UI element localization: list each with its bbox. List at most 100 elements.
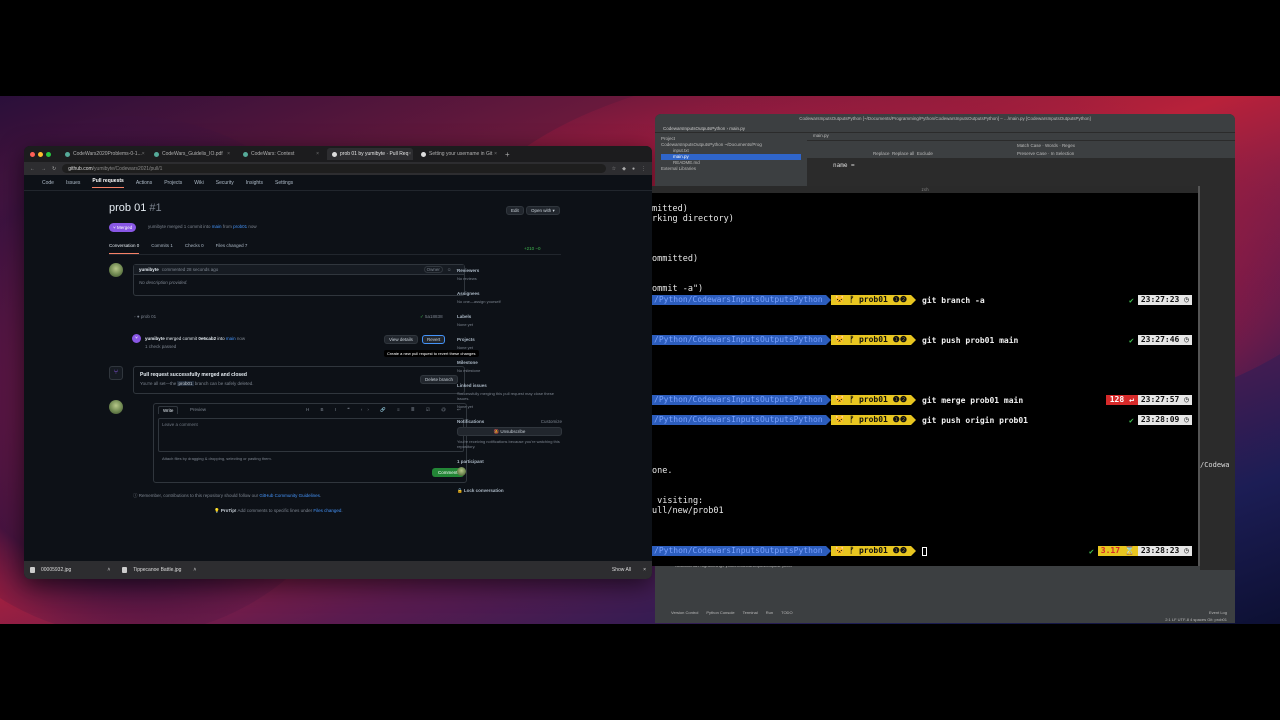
terminal-window[interactable]: zsh mitted) rking directory) ommitted) o…: [652, 186, 1200, 566]
attach-hint[interactable]: Attach files by dragging & dropping, sel…: [162, 456, 272, 461]
terminal-cursor[interactable]: [922, 546, 928, 556]
merge-event-sha[interactable]: 0e6cab2: [198, 336, 216, 341]
close-tab-icon[interactable]: ×: [494, 151, 497, 157]
guidelines-link[interactable]: GitHub Community Guidelines: [259, 493, 320, 498]
sidebar-labels[interactable]: Labels: [457, 314, 562, 319]
markdown-toolbar-icons[interactable]: H B I ❝ ‹› 🔗 ≡ ≣ ☑ @ ↩: [306, 407, 466, 413]
forward-icon[interactable]: →: [41, 166, 46, 172]
tool-tab-python-console[interactable]: Python Console: [706, 610, 734, 615]
minimize-window-icon[interactable]: [38, 151, 43, 157]
chevron-up-icon[interactable]: ˄: [193, 567, 196, 573]
from-word: from: [222, 224, 232, 229]
extensions-icon[interactable]: ◆: [622, 166, 626, 172]
tab-label: Conversation: [109, 243, 136, 248]
tab-checks[interactable]: Checks 0: [185, 243, 204, 254]
zoom-window-icon[interactable]: [46, 151, 51, 157]
show-all-button[interactable]: Show All: [612, 567, 631, 573]
ide-project-name[interactable]: CodewarsInputsOutputsPython: [663, 126, 725, 131]
download-item[interactable]: Tippecanoe Battle.jpg ˄: [122, 567, 196, 573]
close-tab-icon[interactable]: ×: [227, 151, 230, 157]
protip-link[interactable]: Files changed: [313, 508, 341, 513]
browser-tab[interactable]: CodeWars2020Problems-0-1... ×: [60, 148, 146, 160]
nav-pull-requests[interactable]: Pull requests: [92, 178, 124, 188]
exclude-button[interactable]: Exclude: [917, 151, 933, 156]
powerline-arrow: [911, 546, 917, 556]
download-item[interactable]: 00005932.jpg ˄: [30, 567, 110, 573]
delete-branch-button[interactable]: Delete branch: [420, 375, 459, 384]
base-branch[interactable]: main: [212, 224, 222, 229]
merge-event-branch[interactable]: main: [226, 336, 236, 341]
profile-icon[interactable]: ●: [632, 166, 635, 172]
chevron-up-icon[interactable]: ˄: [107, 567, 110, 573]
edit-button[interactable]: Edit: [506, 206, 524, 215]
write-tab[interactable]: Write: [158, 406, 179, 414]
nav-wiki[interactable]: Wiki: [194, 180, 203, 186]
browser-tab[interactable]: Setting your username in Git ×: [416, 148, 502, 160]
commit-label[interactable]: prob 01: [141, 314, 156, 319]
replace-button[interactable]: Replace: [873, 151, 890, 156]
emoji-icon[interactable]: ☺: [447, 267, 452, 272]
tab-commits[interactable]: Commits 1: [151, 243, 173, 254]
comment-author[interactable]: yumibyte: [139, 267, 159, 272]
editor-tab[interactable]: main.py: [807, 133, 1235, 140]
close-tab-icon[interactable]: ×: [142, 151, 145, 157]
replace-all-button[interactable]: Replace all: [892, 151, 914, 156]
replace-buttons[interactable]: Replace Replace all Exclude: [873, 151, 933, 156]
new-tab-icon[interactable]: +: [505, 150, 510, 159]
close-window-icon[interactable]: [30, 151, 35, 157]
sidebar-reviewers[interactable]: Reviewers: [457, 268, 562, 273]
nav-insights[interactable]: Insights: [246, 180, 263, 186]
avatar[interactable]: [109, 263, 123, 277]
nav-code[interactable]: Code: [42, 180, 54, 186]
tab-conversation[interactable]: Conversation 0: [109, 243, 140, 254]
close-tab-icon[interactable]: ×: [408, 151, 411, 157]
nav-actions[interactable]: Actions: [136, 180, 152, 186]
customize-link[interactable]: Customize: [541, 419, 562, 424]
head-branch[interactable]: prob01: [233, 224, 247, 229]
comment-textarea[interactable]: Leave a comment: [158, 418, 464, 452]
tree-item-libraries[interactable]: External Libraries: [661, 166, 801, 172]
browser-tab[interactable]: CodeWars: Contest ×: [238, 148, 324, 160]
sidebar-linked-issues[interactable]: Linked issues: [457, 383, 562, 388]
tab-files-changed[interactable]: Files changed 7: [216, 243, 248, 254]
sidebar-assignees[interactable]: Assignees: [457, 291, 562, 296]
find-option[interactable]: Preserve Case · In Selection: [1017, 151, 1074, 156]
revert-button[interactable]: Revert: [422, 335, 446, 344]
unsubscribe-button[interactable]: 🔕 Unsubscribe: [457, 427, 562, 436]
url-field[interactable]: github.com/yumibyte/Codewars2021/pull/1: [62, 164, 606, 173]
tool-tab-version-control[interactable]: Version Control: [671, 610, 698, 615]
download-name: 00005932.jpg: [41, 567, 72, 573]
commit-sha[interactable]: ✓ 5a18838: [420, 314, 443, 320]
menu-icon[interactable]: ⋮: [641, 166, 646, 172]
sidebar-projects[interactable]: Projects: [457, 337, 562, 342]
ide-breadcrumb-file[interactable]: main.py: [729, 126, 745, 131]
close-tab-icon[interactable]: ×: [316, 151, 319, 157]
view-details-button[interactable]: View details: [384, 335, 418, 344]
event-log[interactable]: Event Log: [1209, 610, 1227, 615]
open-with-button[interactable]: Open with ▾: [526, 206, 560, 215]
nav-settings[interactable]: Settings: [275, 180, 293, 186]
preview-tab[interactable]: Preview: [190, 407, 206, 412]
participant-avatar[interactable]: [457, 467, 466, 476]
prompt-line: /Python/CodewarsInputsOutputsPython 🐱 ᚠ p…: [652, 335, 1018, 345]
terminal-output-line: one.: [652, 466, 673, 476]
tool-tab-terminal[interactable]: Terminal: [743, 610, 758, 615]
close-icon[interactable]: ×: [643, 567, 646, 573]
merge-event-author[interactable]: yumibyte: [145, 336, 165, 341]
lock-conversation[interactable]: 🔒 Lock conversation: [457, 488, 562, 494]
tool-tab-todo[interactable]: TODO: [781, 610, 792, 615]
browser-tab-active[interactable]: prob 01 by yumibyte · Pull Req ×: [327, 148, 413, 160]
nav-security[interactable]: Security: [216, 180, 234, 186]
sidebar-milestone[interactable]: Milestone: [457, 360, 562, 365]
reload-icon[interactable]: ↻: [52, 166, 56, 172]
editor-code-line[interactable]: name =: [807, 158, 1235, 169]
find-option[interactable]: Match Case · Words · Regex: [1017, 143, 1075, 148]
browser-tab[interactable]: CodeWars_Guidelis_IO.pdf ×: [149, 148, 235, 160]
download-bar: 00005932.jpg ˄ Tippecanoe Battle.jpg ˄ Sho…: [24, 561, 652, 579]
bookmark-star-icon[interactable]: ☆: [612, 166, 616, 172]
prompt-command: git branch -a: [922, 295, 985, 305]
nav-projects[interactable]: Projects: [164, 180, 182, 186]
nav-issues[interactable]: Issues: [66, 180, 80, 186]
back-icon[interactable]: ←: [30, 166, 35, 172]
tool-tab-run[interactable]: Run: [766, 610, 773, 615]
